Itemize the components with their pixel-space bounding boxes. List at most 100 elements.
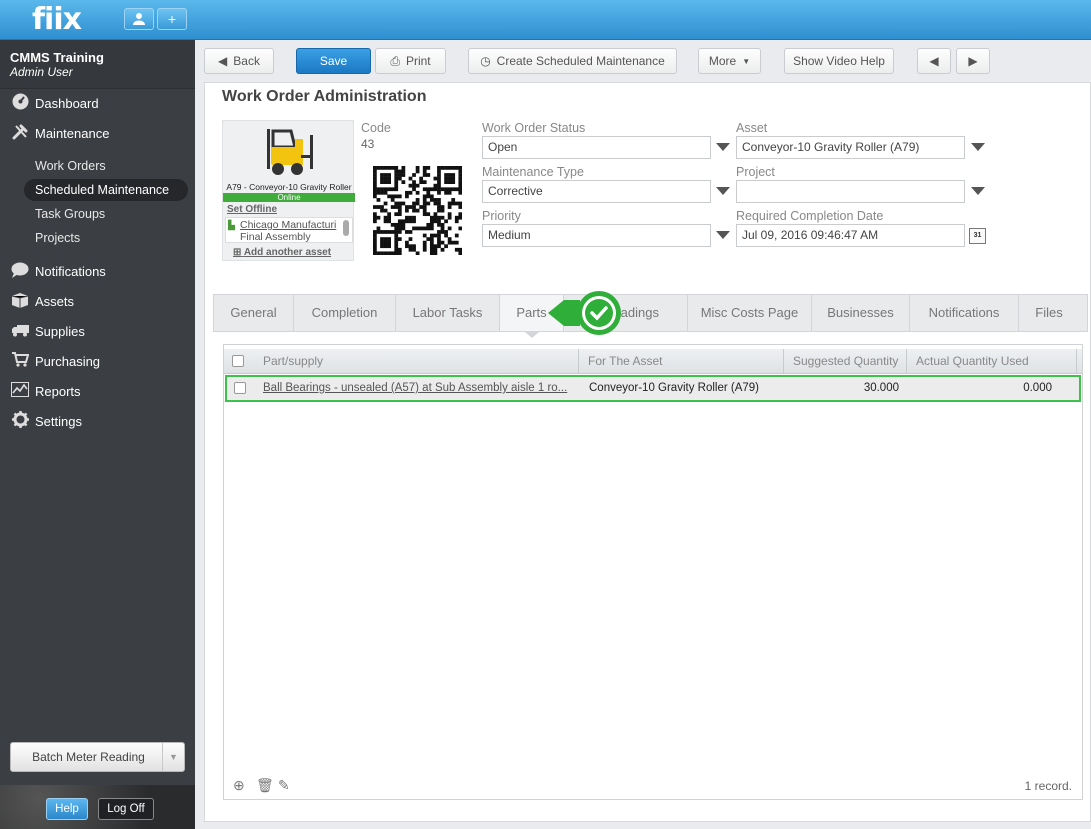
column-header-asset[interactable]: For The Asset <box>579 349 784 374</box>
tab-files[interactable]: Files <box>1019 295 1079 331</box>
part-link[interactable]: Ball Bearings - unsealed (A57) at Sub As… <box>263 382 578 394</box>
org-name: CMMS Training <box>10 50 104 65</box>
log-off-button[interactable]: Log Off <box>98 798 154 820</box>
dashboard-icon <box>10 93 30 113</box>
chevron-down-icon[interactable] <box>716 143 730 151</box>
cart-icon <box>10 352 30 370</box>
project-select[interactable] <box>736 180 965 203</box>
create-scheduled-maintenance-button[interactable]: ◷ Create Scheduled Maintenance <box>468 48 677 74</box>
help-button[interactable]: Help <box>46 798 88 820</box>
location-link[interactable]: Chicago Manufacturi <box>240 219 336 231</box>
tab-completion[interactable]: Completion <box>294 295 396 331</box>
calendar-icon[interactable]: 31 <box>969 228 986 244</box>
active-tab-pointer <box>525 332 539 338</box>
trash-icon[interactable]: 🗑 <box>256 777 274 794</box>
actual-qty-cell: 0.000 <box>1023 382 1052 394</box>
add-button[interactable]: + <box>157 8 187 30</box>
suggested-qty-cell: 30.000 <box>863 382 899 394</box>
add-row-icon[interactable]: ⊕ <box>233 777 245 794</box>
priority-label: Priority <box>482 209 521 223</box>
asset-card: A79 - Conveyor-10 Gravity Roller Online … <box>222 120 355 261</box>
grid-header: Part/supply For The Asset Suggested Quan… <box>224 349 1082 374</box>
tab-notifications[interactable]: Notifications <box>910 295 1019 331</box>
chevron-down-icon[interactable] <box>971 187 985 195</box>
batch-meter-reading-button[interactable]: Batch Meter Reading ▼ <box>10 742 185 772</box>
sidebar: CMMS Training Admin User Dashboard Maint… <box>0 40 195 829</box>
set-offline-link[interactable]: Set Offline <box>227 204 277 215</box>
box-icon <box>10 292 30 311</box>
asset-cell: Conveyor-10 Gravity Roller (A79) <box>589 382 760 394</box>
chevron-down-icon[interactable]: ▼ <box>162 743 184 771</box>
top-bar: fiix + <box>0 0 1091 40</box>
work-order-status-select[interactable]: Open <box>482 136 711 159</box>
add-asset-label: Add another asset <box>243 247 332 258</box>
printer-icon: ⎙ <box>390 53 400 68</box>
nav-assets[interactable]: Assets <box>0 287 195 315</box>
nav-settings[interactable]: Settings <box>0 407 195 435</box>
nav-dashboard[interactable]: Dashboard <box>0 89 195 117</box>
save-button[interactable]: Save <box>296 48 371 74</box>
tab-businesses[interactable]: Businesses <box>812 295 910 331</box>
add-icon: ⊞ <box>233 247 242 258</box>
nav-purchasing[interactable]: Purchasing <box>0 347 195 375</box>
work-order-status-label: Work Order Status <box>482 121 586 135</box>
create-scheduled-label: Create Scheduled Maintenance <box>496 54 665 68</box>
location-list: ▙ Chicago Manufacturi Final Assembly <box>225 217 353 243</box>
nav-notifications[interactable]: Notifications <box>0 257 195 285</box>
user-icon <box>133 13 145 25</box>
priority-select[interactable]: Medium <box>482 224 711 247</box>
add-another-asset-link[interactable]: ⊞ Add another asset <box>233 247 331 258</box>
tab-labor-tasks[interactable]: Labor Tasks <box>396 295 500 331</box>
app-logo[interactable]: fiix <box>32 2 82 37</box>
nav-supplies[interactable]: Supplies <box>0 317 195 345</box>
chevron-down-icon[interactable] <box>716 187 730 195</box>
plus-icon: + <box>167 11 177 27</box>
nav-label: Notifications <box>35 263 106 279</box>
prev-record-button[interactable]: ◀ <box>917 48 951 74</box>
user-button[interactable] <box>124 8 154 30</box>
more-button[interactable]: More ▼ <box>698 48 761 74</box>
asset-select[interactable]: Conveyor-10 Gravity Roller (A79) <box>736 136 965 159</box>
project-label: Project <box>736 165 775 179</box>
tab-general[interactable]: General <box>214 295 294 331</box>
chart-icon <box>10 382 30 400</box>
table-row[interactable]: Ball Bearings - unsealed (A57) at Sub As… <box>225 375 1081 402</box>
nav-work-orders[interactable]: Work Orders <box>24 155 188 177</box>
more-label: More <box>708 54 737 68</box>
tab-misc-costs[interactable]: Misc Costs Page <box>688 295 812 331</box>
speech-bubble-icon <box>10 262 30 281</box>
chevron-down-icon[interactable] <box>971 143 985 151</box>
scrollbar[interactable] <box>343 220 349 236</box>
row-checkbox[interactable] <box>234 382 246 394</box>
asset-name: A79 - Conveyor-10 Gravity Roller <box>226 182 352 192</box>
nav-task-groups[interactable]: Task Groups <box>24 203 188 225</box>
arrow-left-icon: ◀ <box>929 54 939 68</box>
show-video-help-button[interactable]: Show Video Help <box>784 48 894 74</box>
sub-location: Final Assembly <box>240 231 311 243</box>
next-record-button[interactable]: ▶ <box>956 48 990 74</box>
nav-maintenance[interactable]: Maintenance <box>0 119 195 147</box>
column-header-suggested-qty[interactable]: Suggested Quantity <box>784 349 907 374</box>
maintenance-type-select[interactable]: Corrective <box>482 180 711 203</box>
column-header-actual-qty[interactable]: Actual Quantity Used <box>907 349 1077 374</box>
nav-label: Settings <box>35 413 82 429</box>
column-header-part[interactable]: Part/supply <box>254 349 579 374</box>
required-completion-date-input[interactable]: Jul 09, 2016 09:46:47 AM <box>736 224 965 247</box>
nav-label: Reports <box>35 383 81 399</box>
nav-scheduled-maintenance[interactable]: Scheduled Maintenance <box>24 179 188 201</box>
select-all-checkbox[interactable] <box>232 355 244 367</box>
online-status-badge: Online <box>223 193 355 202</box>
nav-reports[interactable]: Reports <box>0 377 195 405</box>
code-label: Code <box>361 121 391 135</box>
truck-icon <box>10 323 30 340</box>
nav-label: Maintenance <box>35 125 110 141</box>
chevron-down-icon[interactable] <box>716 231 730 239</box>
print-button[interactable]: ⎙ Print <box>375 48 446 74</box>
back-button[interactable]: ◀ Back <box>204 48 274 74</box>
nav-projects[interactable]: Projects <box>24 227 188 249</box>
edit-icon[interactable]: ✎ <box>278 777 290 794</box>
clock-icon: ◷ <box>480 54 491 68</box>
asset-label: Asset <box>736 121 768 135</box>
required-completion-date-label: Required Completion Date <box>736 209 884 223</box>
wrench-icon <box>10 123 30 143</box>
